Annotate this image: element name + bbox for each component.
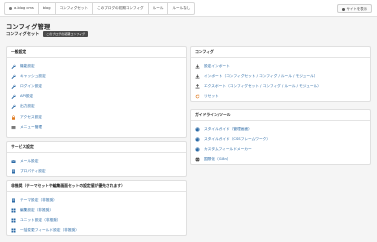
subtitle-row: コンフィグセット このブログの初期コンフィグ (6, 31, 89, 37)
menu-icon (11, 125, 16, 130)
panel-heading: 非推奨（テーマセットや編集画面セットの設定値が優先されます） (7, 181, 186, 192)
general-item-access[interactable]: アクセス設定 (11, 112, 182, 122)
download-icon (195, 74, 200, 79)
wrench-icon (11, 84, 16, 89)
grid-icon (11, 228, 16, 233)
config-item-import[interactable]: インポート（コンフィグセット / コンフィグ / ルール / モジュール） (195, 71, 366, 81)
wrench-icon (11, 94, 16, 100)
palette-icon (195, 137, 200, 142)
service-item-mail[interactable]: メール設定 (11, 156, 182, 166)
legacy-item-edit[interactable]: 編集設定（非推奨） (11, 205, 182, 215)
lock-icon (11, 114, 16, 120)
deprecated-settings-panel: 非推奨（テーマセットや編集画面セットの設定値が優先されます） テーマ設定（非推奨… (6, 180, 187, 236)
palette-icon (195, 147, 200, 152)
page-subtitle: コンフィグセット (6, 31, 40, 36)
wrench-icon (11, 104, 16, 110)
general-settings-panel: 一般設定 機能設定 キャッシュ設定 ログイン設定 API設定 出力設定 アクセス… (6, 46, 187, 138)
guide-item-admin-style[interactable]: スタイルガイド（管理画面） (195, 124, 366, 134)
service-settings-panel: サービス設定 メール設定 プロパティ設定 (6, 141, 187, 177)
breadcrumb-item-home[interactable]: a-blog cms (4, 2, 38, 15)
download-icon (195, 64, 200, 69)
page-icon (11, 169, 16, 174)
view-site-button[interactable]: サイトを表示 (336, 4, 372, 13)
breadcrumb: a-blog cms blog コンフィグセット このブログの初期コンフィグ ル… (4, 2, 196, 15)
palette-icon (195, 127, 200, 132)
grid-icon (11, 218, 16, 223)
config-panel: コンフィグ 設定インポート インポート（コンフィグセット / コンフィグ / ル… (190, 46, 371, 102)
panel-heading: サービス設定 (7, 142, 186, 153)
upload-icon (195, 84, 200, 89)
config-item-export[interactable]: エクスポート（コンフィグセット / コンフィグ / ルール / モジュール） (195, 81, 366, 91)
page-title: コンフィグ管理 (6, 24, 51, 31)
wrench-icon (11, 74, 16, 79)
globe-icon (195, 157, 200, 162)
general-item-function[interactable]: 機能設定 (11, 61, 182, 71)
panel-heading: コンフィグ (191, 47, 370, 58)
top-bar: a-blog cms blog コンフィグセット このブログの初期コンフィグ ル… (0, 0, 377, 17)
panel-heading: 一般設定 (7, 47, 186, 58)
configset-badge: このブログの初期コンフィグ (43, 31, 89, 37)
general-item-api[interactable]: API設定 (11, 92, 182, 102)
config-item-settings-import[interactable]: 設定インポート (195, 61, 366, 71)
config-item-reset[interactable]: リセット (195, 92, 366, 102)
panel-heading: ガイドライン/ツール (191, 110, 370, 121)
guide-item-customfield-maker[interactable]: カスタムフィールドメーカー (195, 144, 366, 154)
wrench-icon (11, 64, 16, 69)
site-icon (341, 7, 345, 11)
grid-icon (11, 208, 16, 213)
breadcrumb-item-no-rule[interactable]: ルールなし (167, 2, 196, 15)
guide-item-css-style[interactable]: スタイルガイド（CSSフレームワーク） (195, 134, 366, 144)
mail-icon (11, 159, 16, 164)
general-item-cache[interactable]: キャッシュ設定 (11, 71, 182, 81)
service-item-property[interactable]: プロパティ設定 (11, 166, 182, 176)
general-item-menu[interactable]: メニュー管理 (11, 122, 182, 132)
guideline-tools-panel: ガイドライン/ツール スタイルガイド（管理画面） スタイルガイド（CSSフレーム… (190, 109, 371, 165)
general-item-output[interactable]: 出力設定 (11, 102, 182, 112)
guide-item-i18n[interactable]: 国際化（i18n） (195, 155, 366, 165)
legacy-item-bulk-field[interactable]: 一括変更フィールド設定（非推奨） (11, 226, 182, 236)
home-icon (9, 6, 12, 10)
reset-icon (195, 94, 200, 99)
breadcrumb-item-blog[interactable]: blog (37, 2, 55, 15)
legacy-item-theme[interactable]: テーマ設定（非推奨） (11, 195, 182, 205)
breadcrumb-item-rule[interactable]: ルール (147, 2, 168, 15)
page-icon (11, 198, 16, 203)
general-item-login[interactable]: ログイン設定 (11, 81, 182, 91)
breadcrumb-item-initial-config[interactable]: このブログの初期コンフィグ (92, 2, 148, 15)
legacy-item-unit[interactable]: ユニット設定（非推奨） (11, 215, 182, 225)
breadcrumb-item-configset[interactable]: コンフィグセット (54, 2, 93, 15)
